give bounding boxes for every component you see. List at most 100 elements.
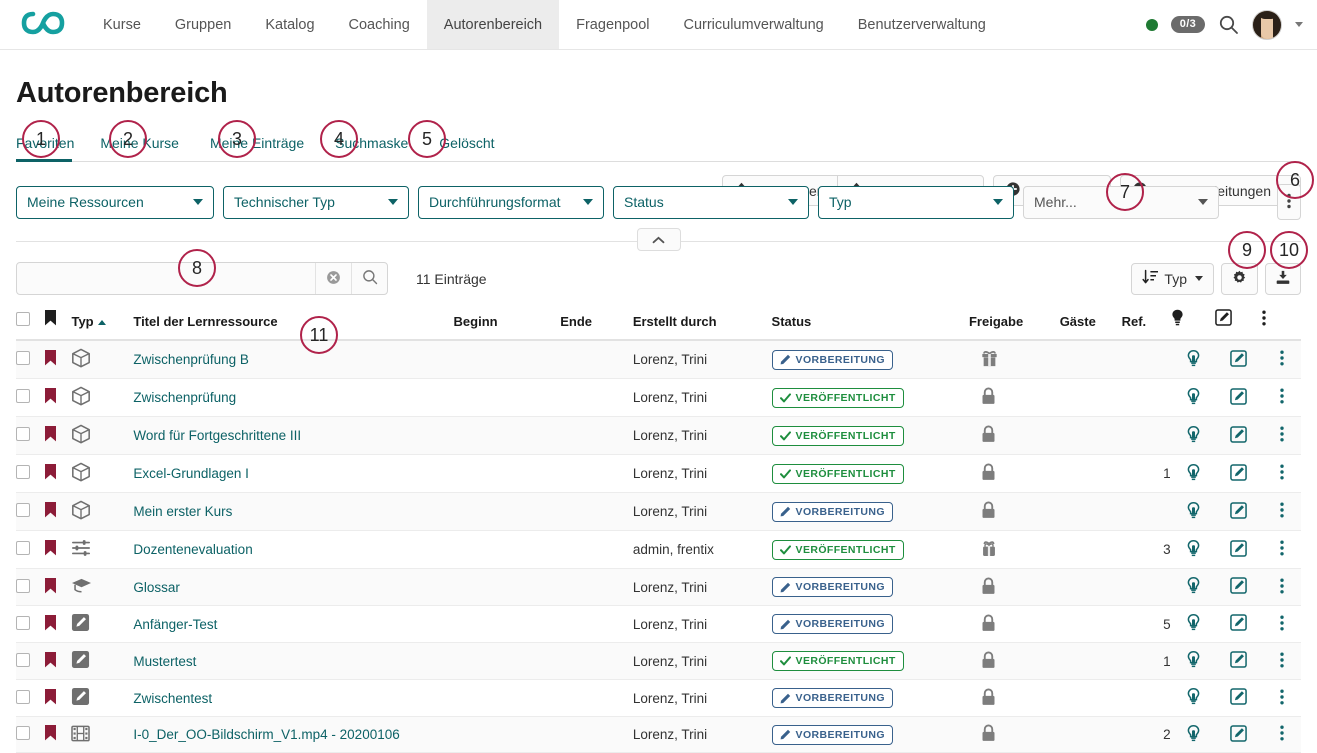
- row-checkbox[interactable]: [16, 351, 30, 365]
- resource-title-link[interactable]: Mustertest: [133, 654, 196, 669]
- row-checkbox[interactable]: [16, 541, 30, 555]
- lightbulb-icon[interactable]: [1187, 469, 1200, 484]
- resource-title-link[interactable]: Dozentenevaluation: [133, 542, 252, 557]
- kebab-menu-icon[interactable]: [1280, 544, 1284, 559]
- task-count-badge[interactable]: 0/3: [1171, 16, 1205, 33]
- resource-title-link[interactable]: Zwischenprüfung B: [133, 352, 249, 367]
- tab-meine-kurse[interactable]: Meine Kurse: [100, 129, 196, 161]
- th-title[interactable]: Titel der Lernressource: [133, 309, 453, 340]
- lightbulb-icon[interactable]: [1187, 619, 1200, 634]
- row-checkbox[interactable]: [16, 465, 30, 479]
- row-checkbox[interactable]: [16, 503, 30, 517]
- row-checkbox[interactable]: [16, 389, 30, 403]
- th-typ[interactable]: Typ: [71, 309, 133, 340]
- th-ende[interactable]: Ende: [560, 309, 633, 340]
- kebab-menu-icon[interactable]: [1280, 619, 1284, 634]
- kebab-menu-icon[interactable]: [1280, 582, 1284, 597]
- nav-item-benutzerverwaltung[interactable]: Benutzerverwaltung: [841, 0, 1003, 49]
- table-row[interactable]: ZwischenprüfungLorenz, TriniVERÖFFENTLIC…: [16, 379, 1301, 417]
- kebab-menu-icon[interactable]: [1262, 314, 1266, 329]
- bookmark-icon[interactable]: [44, 656, 57, 671]
- search-icon[interactable]: [1218, 14, 1239, 35]
- edit-icon[interactable]: [1230, 656, 1247, 671]
- edit-icon[interactable]: [1230, 431, 1247, 446]
- nav-item-katalog[interactable]: Katalog: [248, 0, 331, 49]
- row-checkbox[interactable]: [16, 427, 30, 441]
- nav-item-coaching[interactable]: Coaching: [332, 0, 427, 49]
- edit-icon[interactable]: [1230, 393, 1247, 408]
- search-input[interactable]: [17, 263, 315, 294]
- search-submit-button[interactable]: [351, 263, 387, 294]
- bookmark-icon[interactable]: [44, 693, 57, 708]
- lightbulb-icon[interactable]: [1187, 431, 1200, 446]
- edit-icon[interactable]: [1230, 582, 1247, 597]
- table-row[interactable]: GlossarLorenz, TriniVORBEREITUNG: [16, 569, 1301, 606]
- lightbulb-icon[interactable]: [1187, 393, 1200, 408]
- resource-title-link[interactable]: Excel-Grundlagen I: [133, 466, 249, 481]
- nav-item-autorenbereich[interactable]: Autorenbereich: [427, 0, 559, 49]
- th-freigabe[interactable]: Freigabe: [969, 309, 1060, 340]
- kebab-menu-icon[interactable]: [1280, 506, 1284, 521]
- kebab-menu-icon[interactable]: [1280, 392, 1284, 407]
- nav-item-gruppen[interactable]: Gruppen: [158, 0, 248, 49]
- th-erstellt-durch[interactable]: Erstellt durch: [633, 309, 772, 340]
- table-row[interactable]: Anfänger-TestLorenz, TriniVORBEREITUNG5: [16, 606, 1301, 643]
- row-checkbox[interactable]: [16, 726, 30, 740]
- kebab-menu-icon[interactable]: [1280, 430, 1284, 445]
- kebab-menu-icon[interactable]: [1280, 693, 1284, 708]
- bookmark-icon[interactable]: [44, 392, 57, 407]
- filter-status[interactable]: Status: [613, 186, 809, 219]
- avatar[interactable]: [1252, 10, 1282, 40]
- row-checkbox[interactable]: [16, 653, 30, 667]
- row-checkbox[interactable]: [16, 690, 30, 704]
- table-row[interactable]: Excel-Grundlagen ILorenz, TriniVERÖFFENT…: [16, 455, 1301, 493]
- row-checkbox[interactable]: [16, 579, 30, 593]
- lightbulb-icon[interactable]: [1187, 730, 1200, 745]
- bookmark-icon[interactable]: [44, 544, 57, 559]
- table-row[interactable]: Dozentenevaluationadmin, frentixVERÖFFEN…: [16, 531, 1301, 569]
- edit-icon[interactable]: [1230, 469, 1247, 484]
- th-gaeste[interactable]: Gäste: [1060, 309, 1122, 340]
- lightbulb-icon[interactable]: [1187, 507, 1200, 522]
- edit-icon[interactable]: [1230, 507, 1247, 522]
- chevron-down-icon[interactable]: [1295, 22, 1303, 27]
- table-settings-button[interactable]: [1221, 263, 1258, 295]
- th-ref[interactable]: Ref.: [1122, 309, 1171, 340]
- resource-title-link[interactable]: Zwischenprüfung: [133, 390, 236, 405]
- clear-search-button[interactable]: [315, 263, 351, 294]
- nav-item-curriculumverwaltung[interactable]: Curriculumverwaltung: [666, 0, 840, 49]
- table-row[interactable]: Zwischenprüfung BLorenz, TriniVORBEREITU…: [16, 340, 1301, 379]
- lightbulb-icon[interactable]: [1187, 582, 1200, 597]
- table-row[interactable]: I-0_Der_OO-Bildschirm_V1.mp4 - 20200106L…: [16, 717, 1301, 753]
- lightbulb-icon[interactable]: [1187, 656, 1200, 671]
- th-beginn[interactable]: Beginn: [454, 309, 561, 340]
- lightbulb-icon[interactable]: [1187, 355, 1200, 370]
- bookmark-icon[interactable]: [44, 468, 57, 483]
- filter-technischer-typ[interactable]: Technischer Typ: [223, 186, 409, 219]
- tab-favoriten[interactable]: Favoriten: [16, 129, 84, 161]
- bookmark-icon[interactable]: [44, 619, 57, 634]
- nav-item-fragenpool[interactable]: Fragenpool: [559, 0, 666, 49]
- download-button[interactable]: [1265, 263, 1301, 295]
- kebab-menu-icon[interactable]: [1280, 468, 1284, 483]
- edit-icon[interactable]: [1230, 730, 1247, 745]
- brand-logo[interactable]: [0, 0, 86, 49]
- edit-icon[interactable]: [1230, 693, 1247, 708]
- lightbulb-icon[interactable]: [1187, 545, 1200, 560]
- resource-title-link[interactable]: Anfänger-Test: [133, 617, 217, 632]
- resource-title-link[interactable]: Glossar: [133, 580, 180, 595]
- resource-title-link[interactable]: I-0_Der_OO-Bildschirm_V1.mp4 - 20200106: [133, 727, 399, 742]
- table-row[interactable]: ZwischentestLorenz, TriniVORBEREITUNG: [16, 680, 1301, 717]
- bookmark-icon[interactable]: [44, 582, 57, 597]
- table-row[interactable]: Word für Fortgeschrittene IIILorenz, Tri…: [16, 417, 1301, 455]
- collapse-filters-button[interactable]: [637, 228, 681, 251]
- table-row[interactable]: Mein erster KursLorenz, TriniVORBEREITUN…: [16, 493, 1301, 531]
- filter-meine-ressourcen[interactable]: Meine Ressourcen: [16, 186, 214, 219]
- row-checkbox[interactable]: [16, 616, 30, 630]
- filter-typ[interactable]: Typ: [818, 186, 1014, 219]
- table-row[interactable]: MustertestLorenz, TriniVERÖFFENTLICHT1: [16, 643, 1301, 680]
- tab-suchmaske[interactable]: Suchmaske: [335, 129, 425, 161]
- filter-durchfuehrungsformat[interactable]: Durchführungsformat: [418, 186, 604, 219]
- filter-options-menu-button[interactable]: [1277, 184, 1301, 220]
- nav-item-kurse[interactable]: Kurse: [86, 0, 158, 49]
